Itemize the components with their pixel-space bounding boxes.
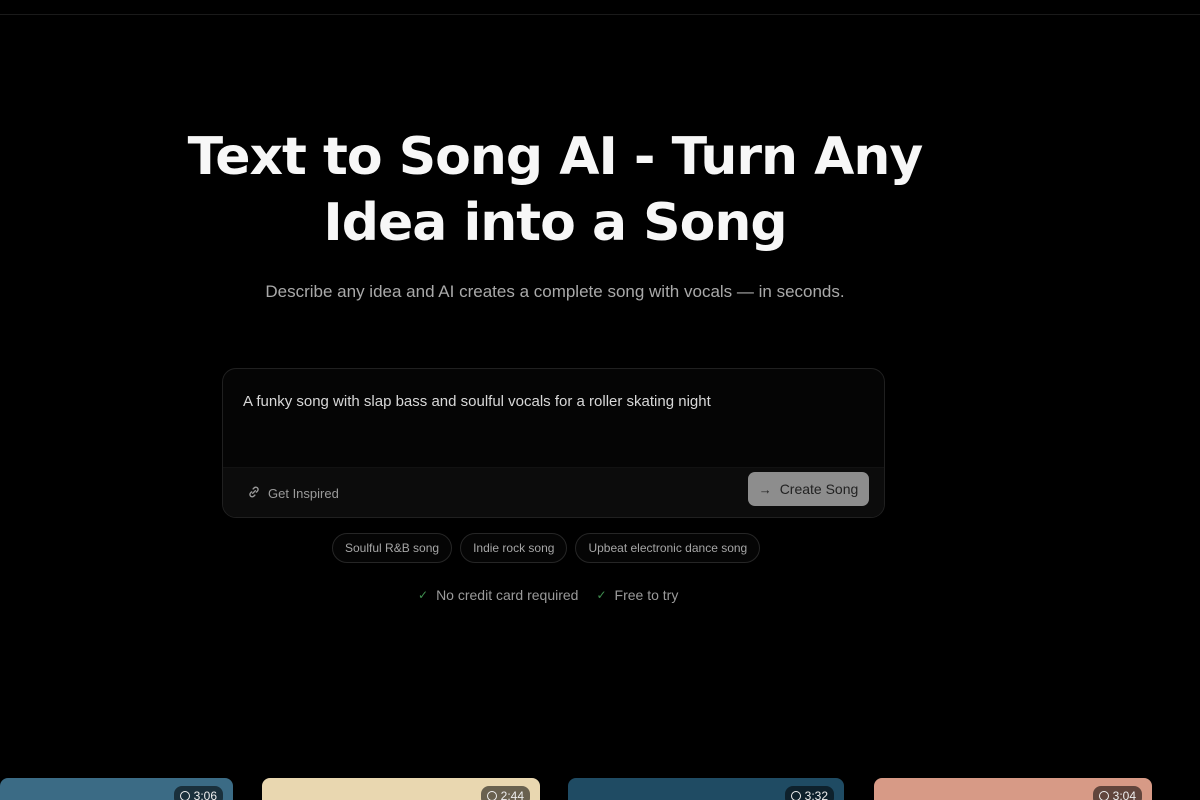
clock-icon xyxy=(1098,791,1109,800)
duration-badge: 3:06 xyxy=(173,786,223,800)
song-card[interactable]: 3:32 xyxy=(568,778,844,800)
get-inspired-button[interactable]: Get Inspired xyxy=(247,480,339,506)
song-card[interactable]: 3:04 xyxy=(874,778,1152,800)
check-icon: ✓ xyxy=(418,588,429,602)
perks-list: ✓ No credit card required ✓ Free to try xyxy=(418,587,678,603)
clock-icon xyxy=(179,791,190,800)
page-title: Text to Song AI - Turn Any Idea into a S… xyxy=(187,127,924,253)
suggestion-chip-edm[interactable]: Upbeat electronic dance song xyxy=(575,533,761,563)
perk-label: Free to try xyxy=(614,587,679,603)
song-card[interactable]: 3:06 xyxy=(0,778,233,800)
suggestion-chips: Soulful R&B song Indie rock song Upbeat … xyxy=(332,533,761,563)
suggestion-chip-indie-rock[interactable]: Indie rock song xyxy=(460,533,568,563)
duration-label: 3:04 xyxy=(1112,789,1136,800)
song-prompt-input[interactable] xyxy=(243,393,863,410)
link-icon xyxy=(247,485,261,502)
perk-item: ✓ No credit card required xyxy=(418,587,578,603)
get-inspired-label: Get Inspired xyxy=(268,485,339,501)
perk-item: ✓ Free to try xyxy=(596,587,678,603)
duration-badge: 2:44 xyxy=(480,786,530,800)
duration-badge: 3:32 xyxy=(784,786,834,800)
create-song-label: Create Song xyxy=(779,481,859,497)
perk-label: No credit card required xyxy=(436,587,579,603)
page-subtitle: Describe any idea and AI creates a compl… xyxy=(265,282,845,301)
song-cards-row: 3:06 2:44 3:32 3:04 xyxy=(0,778,1200,800)
clock-icon xyxy=(486,791,497,800)
duration-badge: 3:04 xyxy=(1092,786,1142,800)
song-card[interactable]: 2:44 xyxy=(262,778,540,800)
suggestion-chip-rnb[interactable]: Soulful R&B song xyxy=(332,533,453,563)
duration-label: 2:44 xyxy=(500,789,524,800)
arrow-right-icon: → xyxy=(758,481,772,497)
clock-icon xyxy=(790,791,801,800)
create-song-button[interactable]: → Create Song xyxy=(748,472,869,506)
prompt-card: Get Inspired → Create Song xyxy=(222,368,885,518)
header-divider xyxy=(0,14,1200,15)
duration-label: 3:32 xyxy=(804,789,828,800)
prompt-toolbar: Get Inspired → Create Song xyxy=(223,467,884,517)
duration-label: 3:06 xyxy=(193,789,217,800)
page: Text to Song AI - Turn Any Idea into a S… xyxy=(0,0,1200,800)
check-icon: ✓ xyxy=(596,588,607,602)
